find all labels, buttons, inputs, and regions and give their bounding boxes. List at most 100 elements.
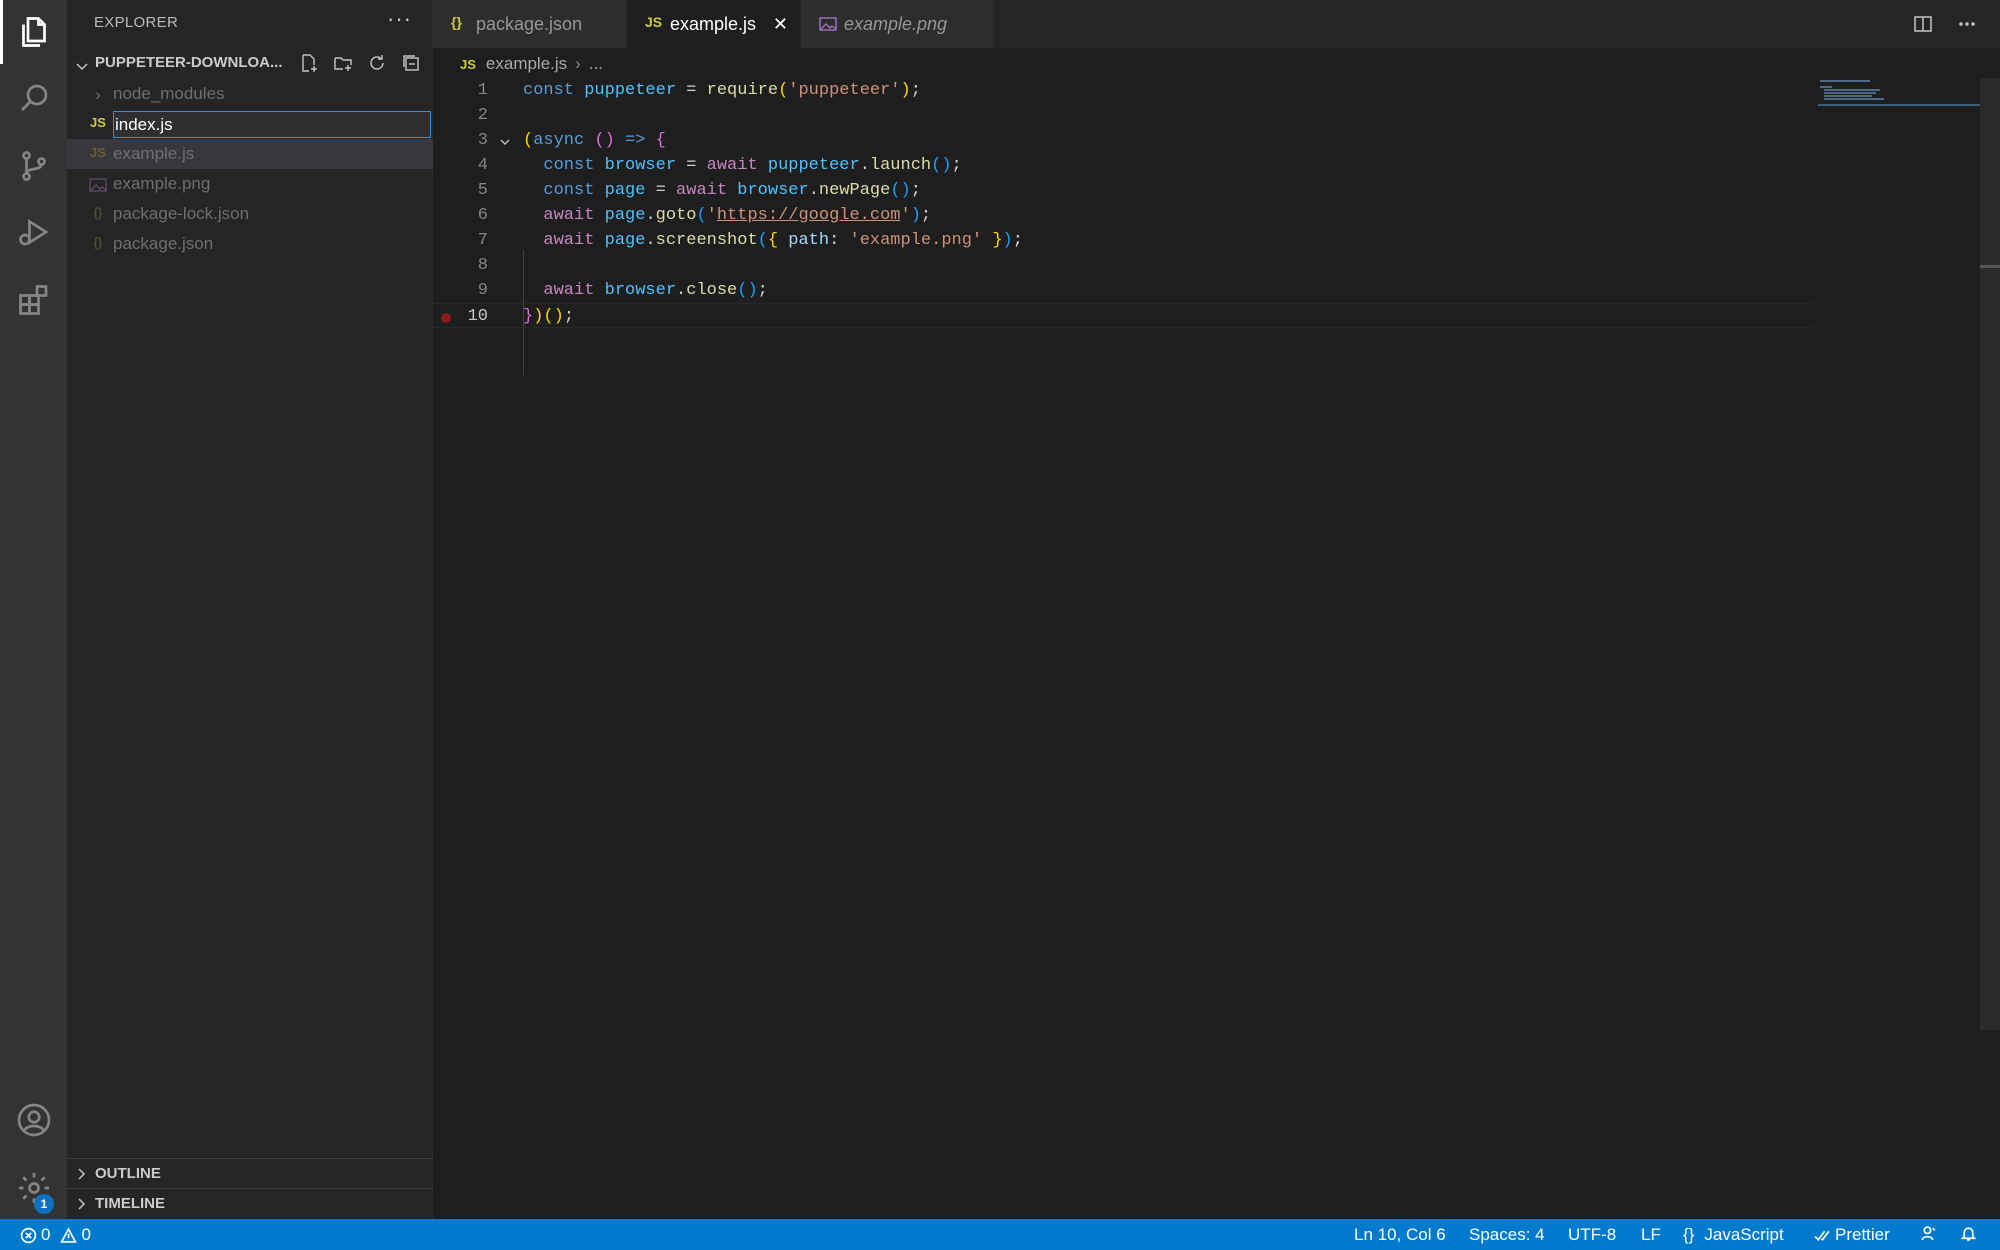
warning-icon	[60, 1226, 78, 1243]
activity-bar: 1	[0, 0, 67, 1219]
line-number: 2	[477, 106, 488, 125]
feedback-button[interactable]	[1920, 1225, 1937, 1242]
chevron-right-icon: ›	[575, 54, 581, 73]
image-file-icon	[89, 178, 107, 192]
tree-item-label: node_modules	[113, 84, 225, 103]
line-number: 10	[467, 307, 488, 326]
code-line: 4 const browser = await puppeteer.launch…	[433, 153, 1813, 178]
json-file-icon: {}	[93, 235, 103, 250]
tree-item-package-lock[interactable]: {} package-lock.json	[67, 199, 433, 229]
code-line-current: 10 })();	[433, 303, 1813, 328]
outline-label: OUTLINE	[95, 1165, 161, 1182]
refresh-icon[interactable]	[367, 53, 387, 73]
run-debug-button[interactable]	[0, 200, 67, 264]
tab-package-json[interactable]: {} package.json	[433, 0, 626, 48]
line-number: 5	[477, 181, 488, 200]
code-line: 3 (async () => {	[433, 128, 1813, 153]
braces-icon: {}	[1683, 1225, 1695, 1244]
tree-item-example-js[interactable]: JS example.js	[67, 139, 433, 169]
code-text: const browser = await puppeteer.launch()…	[543, 156, 962, 175]
notifications-button[interactable]	[1960, 1225, 1977, 1242]
problems-indicator[interactable]: 0 0	[20, 1225, 91, 1245]
close-icon[interactable]: ✕	[773, 14, 788, 35]
chevron-down-icon[interactable]	[499, 136, 511, 148]
folder-actions	[299, 53, 421, 73]
breadcrumb: JS example.js › ...	[460, 52, 603, 76]
more-icon[interactable]	[1956, 13, 1978, 35]
manage-button[interactable]: 1	[0, 1156, 67, 1220]
code-line: 7 await page.screenshot({ path: 'example…	[433, 228, 1813, 253]
feedback-icon	[1921, 1226, 1936, 1241]
account-icon	[17, 1103, 50, 1137]
timeline-panel-header[interactable]: TIMELINE	[67, 1188, 433, 1218]
notification-badge: 1	[34, 1194, 54, 1214]
tab-example-png[interactable]: example.png	[801, 0, 994, 48]
breadcrumb-file[interactable]: example.js	[486, 54, 567, 74]
line-ending[interactable]: LF	[1641, 1225, 1661, 1245]
js-file-icon: JS	[460, 56, 476, 72]
language-mode[interactable]: {} JavaScript	[1683, 1225, 1784, 1245]
prettier-label: Prettier	[1835, 1225, 1890, 1244]
new-file-icon[interactable]	[299, 53, 319, 73]
new-folder-icon[interactable]	[333, 53, 353, 73]
line-number: 4	[477, 156, 488, 175]
tree-item-example-png[interactable]: example.png	[67, 169, 433, 199]
warning-count: 0	[81, 1225, 91, 1244]
vertical-scrollbar[interactable]	[1980, 78, 2000, 1030]
tree-item-node-modules[interactable]: › node_modules	[67, 79, 433, 109]
code-editor[interactable]: 1 const puppeteer = require('puppeteer')…	[433, 78, 2000, 1219]
search-button[interactable]	[0, 66, 67, 130]
minimap-slider[interactable]	[1818, 104, 1980, 106]
tree-item-rename[interactable]: JS	[67, 109, 433, 139]
indentation[interactable]: Spaces: 4	[1469, 1225, 1545, 1245]
split-editor-icon[interactable]	[1912, 13, 1934, 35]
language-label: JavaScript	[1704, 1225, 1784, 1244]
chevron-right-icon: ›	[95, 85, 101, 104]
code-text: })();	[523, 307, 575, 326]
json-file-icon: {}	[93, 205, 103, 220]
code-text: await browser.close();	[543, 281, 768, 300]
code-text: (async () => {	[523, 131, 666, 150]
explorer-button[interactable]	[0, 0, 67, 64]
breadcrumb-symbol[interactable]: ...	[589, 54, 603, 74]
explorer-sidebar: EXPLORER ··· PUPPETEER-DOWNLOA... › node…	[67, 0, 433, 1219]
line-number: 7	[477, 231, 488, 250]
tree-item-label: package.json	[113, 234, 214, 253]
code-text: await page.screenshot({ path: 'example.p…	[543, 231, 1023, 250]
error-count: 0	[41, 1225, 51, 1244]
source-control-icon	[21, 151, 46, 181]
outline-panel-header[interactable]: OUTLINE	[67, 1158, 433, 1188]
code-line: 6 await page.goto('https://google.com');	[433, 203, 1813, 228]
code-text: const page = await browser.newPage();	[543, 181, 921, 200]
more-actions-button[interactable]: ···	[387, 6, 412, 32]
json-file-icon: {}	[451, 14, 462, 30]
code-text: const puppeteer = require('puppeteer');	[523, 81, 921, 100]
code-line: 1 const puppeteer = require('puppeteer')…	[433, 78, 1813, 103]
double-check-icon	[1814, 1230, 1830, 1241]
run-debug-icon	[18, 219, 49, 246]
extensions-icon	[18, 285, 47, 315]
tree-item-label: example.js	[113, 144, 195, 163]
source-control-button[interactable]	[0, 134, 67, 198]
accounts-button[interactable]	[0, 1088, 67, 1152]
code-line: 8	[433, 253, 1813, 278]
line-number: 3	[477, 131, 488, 150]
cursor-position[interactable]: Ln 10, Col 6	[1354, 1225, 1446, 1245]
prettier-status[interactable]: Prettier	[1814, 1225, 1890, 1245]
tree-item-package-json[interactable]: {} package.json	[67, 229, 433, 259]
status-bar: 0 0 Ln 10, Col 6 Spaces: 4 UTF-8 LF {} J…	[0, 1219, 2000, 1250]
line-number: 9	[477, 281, 488, 300]
scrollbar-thumb[interactable]	[1980, 265, 2000, 268]
tab-label: example.png	[844, 14, 948, 34]
editor-actions	[1912, 0, 2000, 48]
encoding[interactable]: UTF-8	[1568, 1225, 1616, 1245]
collapse-all-icon[interactable]	[401, 53, 421, 73]
image-file-icon	[819, 17, 837, 31]
extensions-button[interactable]	[0, 268, 67, 332]
rename-input[interactable]	[113, 111, 431, 138]
js-file-icon: JS	[645, 14, 663, 30]
tab-label: package.json	[476, 14, 583, 34]
tab-example-js[interactable]: JS example.js ✕	[627, 0, 800, 48]
code-line: 9 await browser.close();	[433, 278, 1813, 303]
folder-header[interactable]: PUPPETEER-DOWNLOA...	[67, 49, 433, 79]
